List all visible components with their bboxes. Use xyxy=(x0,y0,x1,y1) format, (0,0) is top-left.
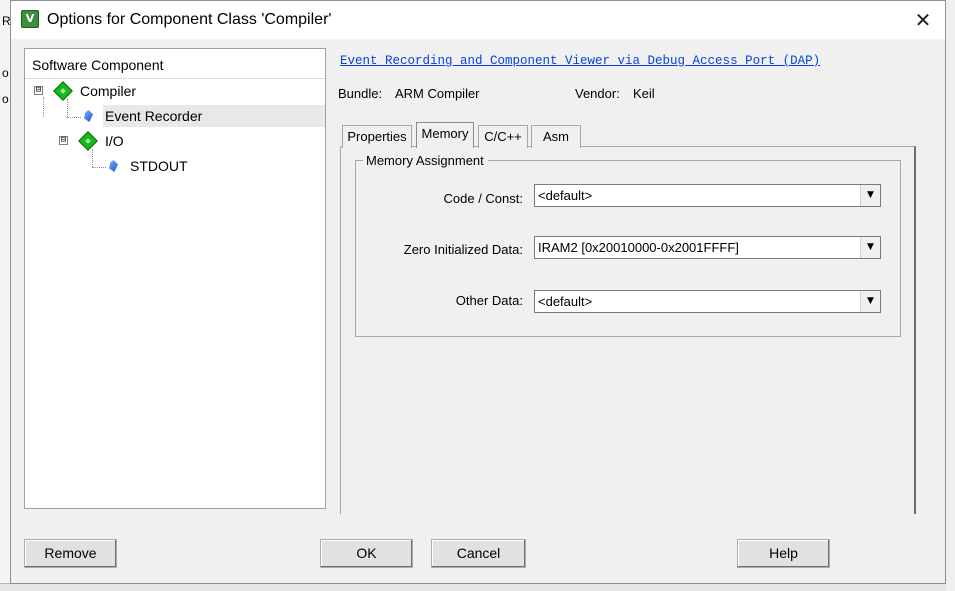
component-tree[interactable]: Software Component ⊟ Compiler Event Reco… xyxy=(24,48,326,509)
tree-header: Software Component xyxy=(25,49,325,79)
tree-item-label: Event Recorder xyxy=(105,108,203,124)
bundle-label: Bundle: xyxy=(338,86,383,101)
code-const-select[interactable]: <default> ▼ xyxy=(534,184,881,207)
vendor-value: Keil xyxy=(633,86,655,101)
chevron-down-icon[interactable]: ▼ xyxy=(860,237,880,258)
other-data-select[interactable]: <default> ▼ xyxy=(534,290,881,313)
cancel-button[interactable]: Cancel xyxy=(431,539,526,568)
vendor-label: Vendor: xyxy=(575,86,620,101)
blue-gem-icon xyxy=(84,110,93,122)
tree-item-stdout[interactable]: STDOUT xyxy=(25,155,325,177)
group-border xyxy=(488,160,901,161)
blue-gem-icon xyxy=(109,160,118,172)
background-app-bottom xyxy=(0,583,955,591)
component-description-link[interactable]: Event Recording and Component Viewer via… xyxy=(340,54,820,68)
remove-button[interactable]: Remove xyxy=(24,539,117,568)
tree-item-event-recorder[interactable]: Event Recorder xyxy=(103,105,325,127)
background-app-right xyxy=(946,0,955,591)
tree-connector xyxy=(67,117,81,118)
tree-item-label: Compiler xyxy=(80,83,137,99)
close-icon[interactable]: ✕ xyxy=(901,1,945,39)
code-const-label: Code / Const: xyxy=(443,191,524,206)
zero-init-data-select[interactable]: IRAM2 [0x20010000-0x2001FFFF] ▼ xyxy=(534,236,881,259)
bundle-value: ARM Compiler xyxy=(395,86,480,101)
tree-item-compiler[interactable]: ⊟ Compiler xyxy=(25,80,325,102)
collapse-icon[interactable]: ⊟ xyxy=(34,86,43,95)
chevron-down-icon[interactable]: ▼ xyxy=(860,291,880,312)
keil-app-icon: V xyxy=(21,10,39,28)
zero-init-data-label: Zero Initialized Data: xyxy=(403,242,523,257)
background-letter: o xyxy=(2,66,9,80)
other-data-label: Other Data: xyxy=(455,293,523,308)
select-value: <default> xyxy=(538,188,593,203)
select-value: IRAM2 [0x20010000-0x2001FFFF] xyxy=(538,240,739,255)
green-diamond-icon xyxy=(53,81,73,101)
tab-cpp[interactable]: C/C++ xyxy=(478,125,528,148)
ok-button[interactable]: OK xyxy=(320,539,413,568)
group-border xyxy=(355,160,363,161)
background-letter: o xyxy=(2,92,9,106)
tab-properties[interactable]: Properties xyxy=(342,125,412,148)
window-title: Options for Component Class 'Compiler' xyxy=(47,11,332,28)
tree-item-label: STDOUT xyxy=(130,158,188,174)
title-bar[interactable]: V Options for Component Class 'Compiler'… xyxy=(11,1,945,39)
chevron-down-icon[interactable]: ▼ xyxy=(860,185,880,206)
tab-asm[interactable]: Asm xyxy=(531,125,581,148)
tab-memory[interactable]: Memory xyxy=(416,122,474,148)
tree-item-label: I/O xyxy=(105,133,124,149)
tree-item-io[interactable]: ⊟ I/O xyxy=(25,130,325,152)
group-title: Memory Assignment xyxy=(365,153,485,168)
green-diamond-icon xyxy=(78,131,98,151)
collapse-icon[interactable]: ⊟ xyxy=(59,136,68,145)
select-value: <default> xyxy=(538,294,593,309)
help-button[interactable]: Help xyxy=(737,539,830,568)
